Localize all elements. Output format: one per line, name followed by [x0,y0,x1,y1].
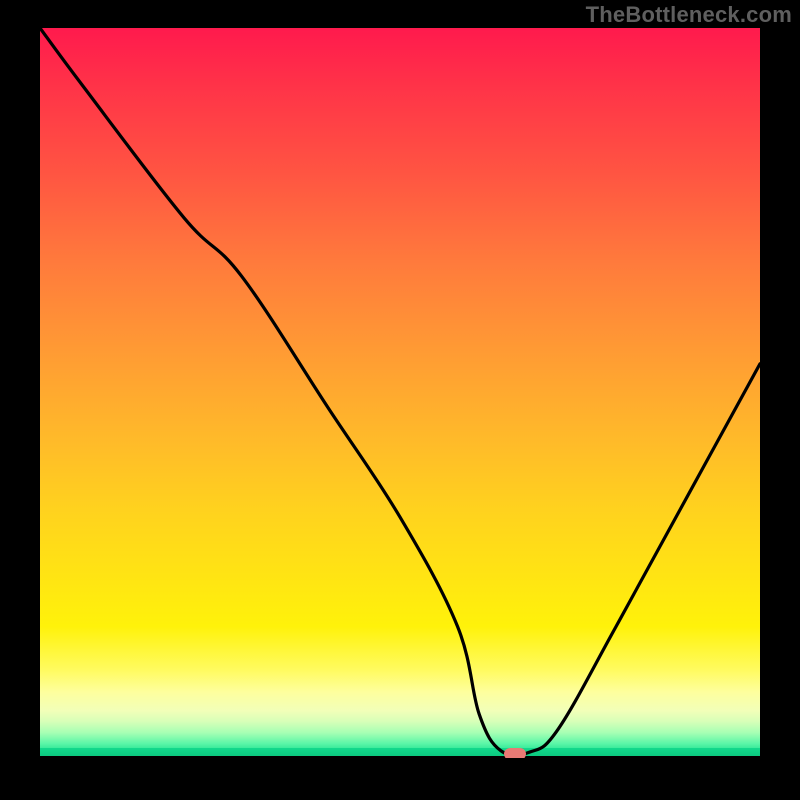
watermark-text: TheBottleneck.com [586,2,792,28]
bottleneck-chart [40,28,760,758]
optimal-point-marker [504,748,526,758]
bottleneck-curve-path [40,28,760,755]
chart-curve-svg [40,28,760,758]
x-axis-line [40,756,760,758]
